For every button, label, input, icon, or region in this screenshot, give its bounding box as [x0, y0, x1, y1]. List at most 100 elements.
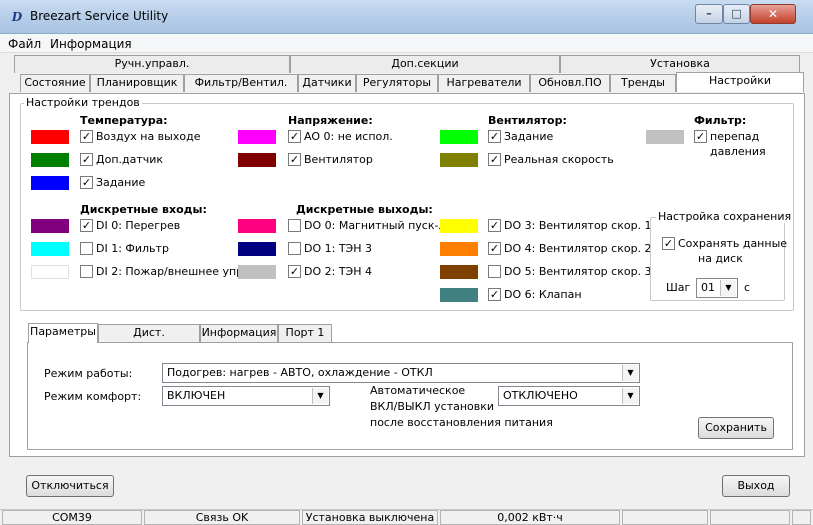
status-empty-1	[622, 510, 708, 525]
comfort-select[interactable]: ВКЛЮЧЕН ▼	[162, 386, 330, 406]
temp-extra-checkbox[interactable]: ✓	[80, 153, 93, 166]
chevron-down-icon: ▼	[312, 388, 328, 404]
temperature-heading: Температура:	[80, 114, 168, 127]
color-swatch[interactable]	[31, 265, 69, 279]
disconnect-button[interactable]: Отключиться	[26, 475, 114, 497]
status-unit: Установка выключена	[302, 510, 438, 525]
auto-restart-select[interactable]: ОТКЛЮЧЕНО ▼	[498, 386, 640, 406]
minimize-button[interactable]: –	[695, 4, 723, 24]
color-swatch[interactable]	[440, 130, 478, 144]
di1-checkbox[interactable]	[80, 242, 93, 255]
filter-pressure-label-1: перепад	[710, 130, 760, 143]
menu-info[interactable]: Информация	[50, 37, 132, 51]
temp-outlet-checkbox[interactable]: ✓	[80, 130, 93, 143]
color-swatch[interactable]	[440, 265, 478, 279]
color-swatch[interactable]	[238, 153, 276, 167]
color-swatch[interactable]	[238, 130, 276, 144]
fan-real-speed-checkbox[interactable]: ✓	[488, 153, 501, 166]
subtab-parameters[interactable]: Параметры	[28, 323, 98, 343]
close-icon: ✕	[767, 7, 779, 21]
mode-value: Подогрев: нагрев - АВТО, охлаждение - ОТ…	[167, 366, 433, 379]
chevron-down-icon: ▼	[622, 388, 638, 404]
do0-checkbox[interactable]	[288, 219, 301, 232]
tab-filter-fan[interactable]: Фильтр/Вентил.	[184, 74, 298, 92]
filter-pressure-checkbox[interactable]: ✓	[694, 130, 707, 143]
color-swatch[interactable]	[440, 288, 478, 302]
tab-regulators[interactable]: Регуляторы	[356, 74, 438, 92]
maximize-icon: □	[731, 7, 742, 20]
tab-manual-control[interactable]: Ручн.управл.	[14, 55, 290, 73]
do5-checkbox[interactable]	[488, 265, 501, 278]
voltage-heading: Напряжение:	[288, 114, 373, 127]
color-swatch[interactable]	[31, 130, 69, 144]
di1-label: DI 1: Фильтр	[96, 242, 169, 255]
menu-file[interactable]: Файл	[8, 37, 41, 51]
auto-restart-label-1: Автоматическое	[370, 384, 466, 397]
temp-setpoint-label: Задание	[96, 176, 146, 189]
color-swatch[interactable]	[31, 153, 69, 167]
do4-checkbox[interactable]: ✓	[488, 242, 501, 255]
chevron-down-icon: ▼	[720, 280, 736, 296]
tab-sensors[interactable]: Датчики	[298, 74, 356, 92]
subtab-info[interactable]: Информация	[200, 324, 278, 342]
fan-setpoint-label: Задание	[504, 130, 554, 143]
tab-scheduler[interactable]: Планировщик	[90, 74, 184, 92]
status-port: COM39	[2, 510, 142, 525]
subtab-port1[interactable]: Порт 1	[278, 324, 332, 342]
step-unit: с	[744, 281, 751, 294]
step-label: Шаг	[666, 281, 691, 294]
do2-checkbox[interactable]: ✓	[288, 265, 301, 278]
tab-extra-sections[interactable]: Доп.секции	[290, 55, 560, 73]
save-to-disk-checkbox[interactable]: ✓	[662, 237, 675, 250]
tab-settings[interactable]: Настройки	[676, 72, 804, 92]
tab-trends[interactable]: Тренды	[610, 74, 676, 92]
tab-update[interactable]: Обновл.ПО	[530, 74, 610, 92]
color-swatch[interactable]	[31, 242, 69, 256]
exit-button[interactable]: Выход	[722, 475, 790, 497]
trends-group-title: Настройки трендов	[24, 96, 142, 109]
color-swatch[interactable]	[440, 153, 478, 167]
do0-label: DO 0: Магнитный пуск-ль	[304, 219, 452, 232]
status-energy: 0,002 кВт·ч	[440, 510, 620, 525]
do1-checkbox[interactable]	[288, 242, 301, 255]
do6-checkbox[interactable]: ✓	[488, 288, 501, 301]
status-connection: Связь OK	[144, 510, 300, 525]
color-swatch[interactable]	[238, 265, 276, 279]
di-heading: Дискретные входы:	[80, 203, 207, 216]
color-swatch[interactable]	[440, 219, 478, 233]
step-select[interactable]: 01 ▼	[696, 278, 738, 298]
color-swatch[interactable]	[238, 242, 276, 256]
comfort-value: ВКЛЮЧЕН	[167, 389, 226, 402]
do4-label: DO 4: Вентилятор скор. 2	[504, 242, 652, 255]
color-swatch[interactable]	[238, 219, 276, 233]
di2-checkbox[interactable]	[80, 265, 93, 278]
tab-heaters[interactable]: Нагреватели	[438, 74, 530, 92]
save-settings-title: Настройка сохранения	[656, 210, 794, 223]
maximize-button[interactable]: □	[723, 4, 750, 24]
color-swatch[interactable]	[31, 219, 69, 233]
status-empty-3	[792, 510, 811, 525]
step-value: 01	[701, 281, 715, 294]
color-swatch[interactable]	[440, 242, 478, 256]
save-to-disk-label-1: Сохранять данные	[678, 237, 788, 250]
temp-extra-label: Доп.датчик	[96, 153, 164, 166]
temp-setpoint-checkbox[interactable]: ✓	[80, 176, 93, 189]
tab-state[interactable]: Состояние	[20, 74, 90, 92]
close-button[interactable]: ✕	[750, 4, 796, 24]
subtab-remote-control[interactable]: Дист. управление	[98, 324, 200, 355]
mode-select[interactable]: Подогрев: нагрев - АВТО, охлаждение - ОТ…	[162, 363, 640, 383]
mode-label: Режим работы:	[44, 367, 133, 380]
fan-setpoint-checkbox[interactable]: ✓	[488, 130, 501, 143]
tab-unit[interactable]: Установка	[560, 55, 800, 73]
status-empty-2	[710, 510, 790, 525]
do-heading: Дискретные выходы:	[296, 203, 433, 216]
color-swatch[interactable]	[646, 130, 684, 144]
ao0-checkbox[interactable]: ✓	[288, 130, 301, 143]
save-button[interactable]: Сохранить	[698, 417, 774, 439]
do3-checkbox[interactable]: ✓	[488, 219, 501, 232]
di0-checkbox[interactable]: ✓	[80, 219, 93, 232]
color-swatch[interactable]	[31, 176, 69, 190]
di0-label: DI 0: Перегрев	[96, 219, 181, 232]
filter-heading: Фильтр:	[694, 114, 747, 127]
fan-voltage-checkbox[interactable]: ✓	[288, 153, 301, 166]
